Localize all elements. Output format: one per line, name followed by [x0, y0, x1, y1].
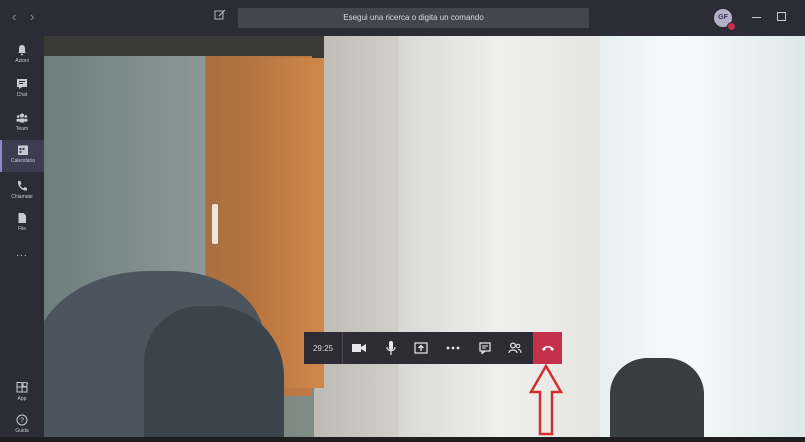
- rail-item-help[interactable]: ? Guida: [0, 410, 44, 442]
- rail-item-label: Team: [15, 126, 29, 132]
- teams-icon: [16, 113, 28, 123]
- more-options-icon[interactable]: [438, 332, 468, 364]
- rail-item-label: Calendario: [10, 158, 36, 164]
- app-bar: Azioni Chat Team Calendario Chiamate Fil…: [0, 36, 44, 437]
- bell-icon: [18, 45, 26, 56]
- rail-item-calls[interactable]: Chiamate: [0, 176, 44, 208]
- minimize-button[interactable]: [752, 17, 761, 18]
- rail-item-label: Guida: [15, 428, 29, 434]
- rail-item-label: Chiamate: [11, 194, 33, 200]
- video-camera-icon[interactable]: [344, 332, 374, 364]
- chat-icon[interactable]: [470, 332, 500, 364]
- file-icon: [18, 213, 26, 223]
- rail-item-label: File: [17, 226, 27, 232]
- microphone-icon[interactable]: [376, 332, 406, 364]
- hang-up-icon[interactable]: [533, 332, 562, 364]
- help-icon: ?: [16, 414, 28, 426]
- rail-item-files[interactable]: File: [0, 208, 44, 240]
- rail-item-chat[interactable]: Chat: [0, 74, 44, 106]
- apps-icon: [16, 382, 28, 393]
- annotation-arrow-icon: [529, 364, 563, 436]
- phone-icon: [17, 181, 27, 191]
- chevron-left-icon[interactable]: ‹: [12, 10, 16, 24]
- rail-item-label: App: [17, 396, 27, 402]
- rail-item-label: Azioni: [15, 58, 29, 64]
- maximize-button[interactable]: [777, 12, 786, 21]
- participants-icon[interactable]: [500, 332, 530, 364]
- call-timer: 29:25: [304, 332, 343, 364]
- video-feed: [44, 36, 805, 437]
- rail-item-teams[interactable]: Team: [0, 108, 44, 140]
- rail-item-calendar[interactable]: Calendario: [0, 140, 44, 172]
- new-chat-icon[interactable]: [214, 9, 230, 25]
- calendar-icon: [18, 145, 28, 155]
- chevron-right-icon[interactable]: ›: [30, 10, 34, 24]
- title-bar: ‹ › Esegui una ricerca o digita un coman…: [0, 0, 805, 36]
- rail-item-activity[interactable]: Azioni: [0, 40, 44, 72]
- chat-icon: [17, 79, 27, 89]
- rail-item-label: Chat: [16, 92, 28, 98]
- rail-item-apps[interactable]: App: [0, 378, 44, 410]
- svg-text:?: ?: [20, 418, 24, 425]
- status-badge: [727, 22, 736, 31]
- call-controls: 29:25: [304, 332, 562, 364]
- search-input[interactable]: Esegui una ricerca o digita un comando: [238, 8, 589, 28]
- more-apps-icon[interactable]: ...: [0, 248, 44, 259]
- share-screen-icon[interactable]: [406, 332, 436, 364]
